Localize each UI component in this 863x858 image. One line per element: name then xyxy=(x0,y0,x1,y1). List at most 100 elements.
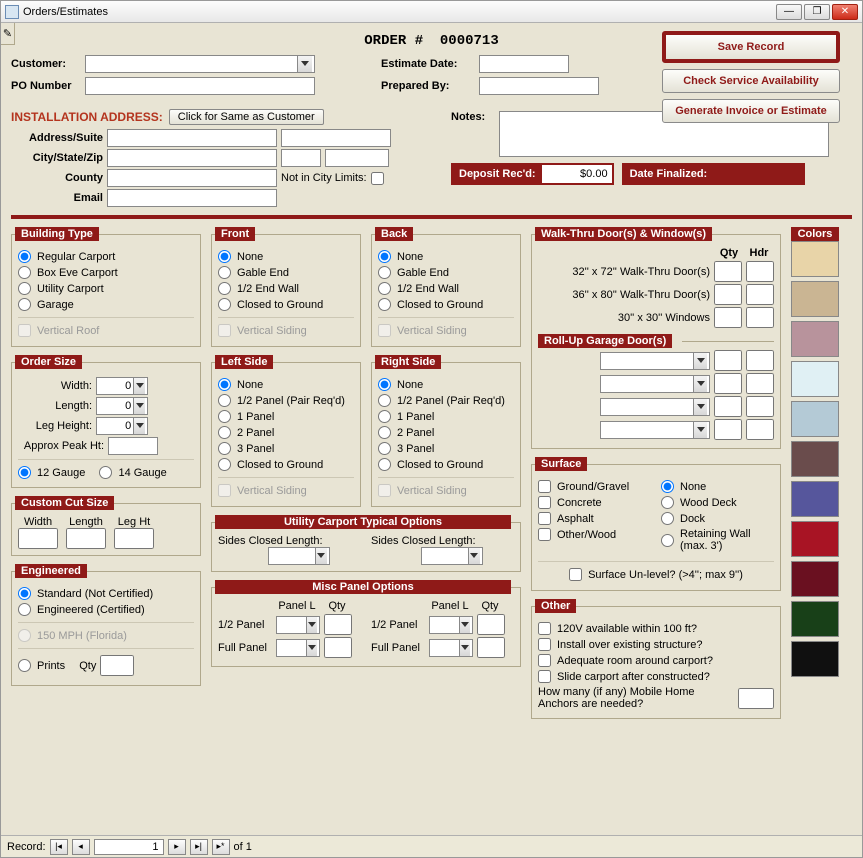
left-2p-radio[interactable] xyxy=(218,426,231,439)
left-1p-radio[interactable] xyxy=(218,410,231,423)
color-swatch-9[interactable] xyxy=(791,601,839,637)
deposit-input[interactable] xyxy=(542,165,612,183)
other-120v-check[interactable] xyxy=(538,622,551,635)
right-1p-radio[interactable] xyxy=(378,410,391,423)
surf-ground-check[interactable] xyxy=(538,480,551,493)
color-swatch-2[interactable] xyxy=(791,321,839,357)
color-swatch-8[interactable] xyxy=(791,561,839,597)
left-closed-radio[interactable] xyxy=(218,458,231,471)
dd-icon[interactable] xyxy=(459,617,470,633)
rollup1-input[interactable] xyxy=(603,353,693,369)
rollup4-hdr[interactable] xyxy=(746,419,774,440)
surf-other-check[interactable] xyxy=(538,528,551,541)
front-closed-radio[interactable] xyxy=(218,298,231,311)
dd-icon[interactable] xyxy=(306,617,317,633)
misc-full2-qty[interactable] xyxy=(477,637,505,658)
other-existing-check[interactable] xyxy=(538,638,551,651)
std-radio[interactable] xyxy=(18,587,31,600)
misc-half1-input[interactable] xyxy=(279,617,306,633)
county-input[interactable] xyxy=(107,169,277,187)
city-input[interactable] xyxy=(107,149,277,167)
other-room-check[interactable] xyxy=(538,654,551,667)
wt-r3-hdr[interactable] xyxy=(746,307,774,328)
surf-wood-radio[interactable] xyxy=(661,496,674,509)
minimize-button[interactable]: — xyxy=(776,4,802,20)
width-input[interactable] xyxy=(99,378,133,394)
back-none-radio[interactable] xyxy=(378,250,391,263)
color-swatch-4[interactable] xyxy=(791,401,839,437)
rollup1-hdr[interactable] xyxy=(746,350,774,371)
length-dd-icon[interactable] xyxy=(133,398,145,414)
address-input[interactable] xyxy=(107,129,277,147)
right-half-radio[interactable] xyxy=(378,394,391,407)
rollup4-input[interactable] xyxy=(603,422,693,438)
cert-radio[interactable] xyxy=(18,603,31,616)
rollup1-qty[interactable] xyxy=(714,350,742,371)
dd-icon[interactable] xyxy=(306,640,317,656)
dd-icon[interactable] xyxy=(693,353,707,369)
color-swatch-10[interactable] xyxy=(791,641,839,677)
left-3p-radio[interactable] xyxy=(218,442,231,455)
right-closed-radio[interactable] xyxy=(378,458,391,471)
dd-icon[interactable] xyxy=(693,376,707,392)
misc-half2-combo[interactable] xyxy=(429,616,473,634)
check-availability-button[interactable]: Check Service Availability xyxy=(662,69,840,93)
rollup4-combo[interactable] xyxy=(600,421,710,439)
misc-half1-qty[interactable] xyxy=(324,614,352,635)
color-swatch-3[interactable] xyxy=(791,361,839,397)
color-swatch-1[interactable] xyxy=(791,281,839,317)
garage-radio[interactable] xyxy=(18,298,31,311)
misc-half2-input[interactable] xyxy=(432,617,459,633)
rollup3-hdr[interactable] xyxy=(746,396,774,417)
left-none-radio[interactable] xyxy=(218,378,231,391)
state-input[interactable] xyxy=(281,149,321,167)
surf-dock-radio[interactable] xyxy=(661,512,674,525)
same-as-customer-button[interactable]: Click for Same as Customer xyxy=(169,109,324,125)
nav-prev-button[interactable]: ◂ xyxy=(72,839,90,855)
wt-r2-hdr[interactable] xyxy=(746,284,774,305)
suite-input[interactable] xyxy=(281,129,391,147)
misc-full1-input[interactable] xyxy=(279,640,306,656)
width-dd-icon[interactable] xyxy=(133,378,145,394)
back-half-radio[interactable] xyxy=(378,282,391,295)
record-position-input[interactable] xyxy=(94,839,164,855)
rollup2-input[interactable] xyxy=(603,376,693,392)
color-swatch-0[interactable] xyxy=(791,241,839,277)
utility-scl2-input[interactable] xyxy=(424,548,468,564)
nav-next-button[interactable]: ▸ xyxy=(168,839,186,855)
wt-r3-qty[interactable] xyxy=(714,307,742,328)
legheight-dd-icon[interactable] xyxy=(133,418,145,434)
generate-invoice-button[interactable]: Generate Invoice or Estimate xyxy=(662,99,840,123)
customer-input[interactable] xyxy=(88,56,297,72)
nav-new-button[interactable]: ▸* xyxy=(212,839,230,855)
nav-last-button[interactable]: ▸| xyxy=(190,839,208,855)
front-half-radio[interactable] xyxy=(218,282,231,295)
back-closed-radio[interactable] xyxy=(378,298,391,311)
rollup4-qty[interactable] xyxy=(714,419,742,440)
rollup1-combo[interactable] xyxy=(600,352,710,370)
rollup3-qty[interactable] xyxy=(714,396,742,417)
zip-input[interactable] xyxy=(325,149,389,167)
utility-scl2-dd-icon[interactable] xyxy=(468,548,480,564)
utility-scl1-combo[interactable] xyxy=(268,547,330,565)
right-2p-radio[interactable] xyxy=(378,426,391,439)
utility-scl1-dd-icon[interactable] xyxy=(315,548,327,564)
not-city-limits-checkbox[interactable] xyxy=(371,172,384,185)
rollup2-combo[interactable] xyxy=(600,375,710,393)
front-none-radio[interactable] xyxy=(218,250,231,263)
prints-radio[interactable] xyxy=(18,659,31,672)
customer-combo[interactable] xyxy=(85,55,315,73)
color-swatch-7[interactable] xyxy=(791,521,839,557)
gauge12-radio[interactable] xyxy=(18,466,31,479)
approx-peak-input[interactable] xyxy=(108,437,158,455)
wt-r1-qty[interactable] xyxy=(714,261,742,282)
misc-full2-input[interactable] xyxy=(432,640,459,656)
wt-r1-hdr[interactable] xyxy=(746,261,774,282)
wt-r2-qty[interactable] xyxy=(714,284,742,305)
surf-unlevel-check[interactable] xyxy=(569,568,582,581)
rollup2-hdr[interactable] xyxy=(746,373,774,394)
gauge14-radio[interactable] xyxy=(99,466,112,479)
surf-none-radio[interactable] xyxy=(661,480,674,493)
right-none-radio[interactable] xyxy=(378,378,391,391)
width-combo[interactable] xyxy=(96,377,148,395)
